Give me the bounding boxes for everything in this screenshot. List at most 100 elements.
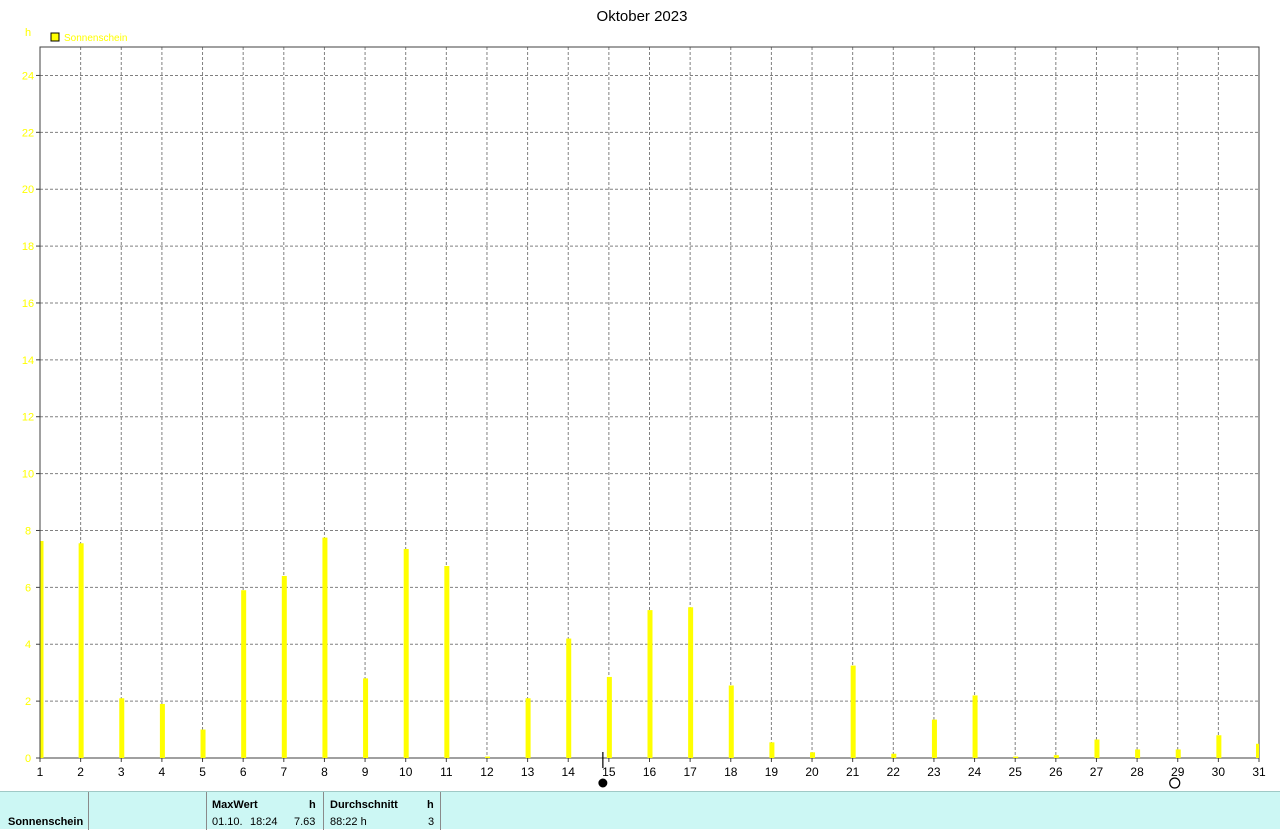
- bar-day-8: [322, 537, 328, 758]
- y-tick-label: 2: [25, 696, 31, 708]
- x-tick-label: 15: [602, 765, 616, 779]
- y-tick-label: 20: [22, 184, 34, 196]
- bars: [40, 537, 1259, 758]
- statistics-bar: Sonnenschein MaxWert h 01.10. 18:24 7.63…: [0, 791, 1280, 830]
- x-tick-label: 22: [887, 765, 901, 779]
- x-tick-label: 13: [521, 765, 535, 779]
- bar-day-9: [363, 678, 369, 758]
- y-tick-label: 10: [22, 469, 34, 481]
- stats-avg-header: Durchschnitt: [330, 799, 398, 811]
- bar-day-19: [769, 742, 775, 758]
- x-tick-label: 16: [643, 765, 657, 779]
- filled-circle-icon: [598, 778, 608, 788]
- y-tick-label: 6: [25, 582, 31, 594]
- bar-day-29: [1175, 749, 1181, 758]
- bar-day-30: [1216, 735, 1222, 758]
- bar-day-10: [403, 548, 409, 758]
- bar-day-12: [484, 756, 490, 758]
- stats-max-unit: h: [309, 799, 316, 811]
- bar-day-14: [566, 638, 572, 758]
- bar-day-27: [1094, 739, 1100, 758]
- bar-day-3: [119, 698, 125, 758]
- bar-day-24: [972, 695, 978, 758]
- y-tick-label: 4: [25, 639, 31, 651]
- y-tick-label: 8: [25, 525, 31, 537]
- legend: Sonnenschein: [50, 32, 127, 44]
- x-tick-label: 7: [280, 765, 287, 779]
- y-axis: 024681012141618202224: [22, 70, 40, 765]
- x-tick-label: 4: [159, 765, 166, 779]
- bar-day-16: [647, 610, 653, 758]
- x-tick-label: 18: [724, 765, 738, 779]
- x-tick-label: 27: [1090, 765, 1104, 779]
- y-tick-label: 0: [25, 753, 31, 765]
- stats-max-time: 18:24: [250, 816, 278, 828]
- x-tick-label: 20: [805, 765, 819, 779]
- y-tick-label: 16: [22, 298, 34, 310]
- x-tick-label: 31: [1252, 765, 1266, 779]
- x-tick-label: 25: [1009, 765, 1023, 779]
- bar-day-20: [810, 752, 816, 758]
- stats-series-cell: Sonnenschein: [0, 792, 89, 830]
- bar-day-31: [1256, 743, 1259, 758]
- stats-avg-value: 88:22 h: [330, 816, 367, 828]
- x-tick-label: 2: [77, 765, 84, 779]
- bar-day-6: [241, 590, 247, 758]
- x-tick-label: 29: [1171, 765, 1185, 779]
- bar-day-15: [606, 676, 612, 758]
- bar-day-2: [78, 543, 84, 758]
- y-tick-label: 18: [22, 241, 34, 253]
- stats-series-label: Sonnenschein: [8, 816, 84, 828]
- x-tick-label: 28: [1130, 765, 1144, 779]
- y-tick-label: 14: [22, 355, 34, 367]
- x-tick-label: 17: [683, 765, 697, 779]
- stats-avg-unit: h: [427, 799, 434, 811]
- stats-avg-cell: Durchschnitt h 88:22 h 3: [324, 792, 441, 830]
- x-tick-label: 1: [37, 765, 44, 779]
- x-tick-label: 8: [321, 765, 328, 779]
- x-axis: 1 2 3 4 5 6 7 8 9 10 11 12 13 14 15 16 17 18 19 20 21 22 23 24 2…: [37, 758, 1266, 779]
- bar-day-5: [200, 729, 206, 758]
- x-tick-label: 21: [846, 765, 860, 779]
- sunshine-chart: Oktober 2023 h Sonnenschein 024681012141…: [22, 8, 1266, 789]
- bar-day-21: [850, 665, 856, 758]
- x-tick-label: 12: [480, 765, 494, 779]
- x-tick-label: 6: [240, 765, 247, 779]
- x-tick-label: 3: [118, 765, 125, 779]
- x-tick-label: 10: [399, 765, 413, 779]
- y-tick-label: 12: [22, 412, 34, 424]
- stats-max-value: 7.63: [294, 816, 316, 828]
- bar-day-23: [931, 719, 937, 758]
- x-tick-label: 14: [562, 765, 576, 779]
- y-axis-unit: h: [25, 27, 31, 39]
- x-tick-label: 24: [968, 765, 982, 779]
- x-tick-label: 5: [199, 765, 206, 779]
- x-tick-label: 11: [440, 765, 453, 779]
- stats-max-date: 01.10.: [212, 816, 243, 828]
- bar-day-18: [728, 685, 734, 758]
- stats-max-cell: MaxWert h 01.10. 18:24 7.63: [207, 792, 324, 830]
- bar-day-11: [444, 566, 450, 758]
- y-tick-label: 22: [22, 127, 34, 139]
- bar-day-1: [40, 541, 44, 758]
- x-tick-label: 30: [1212, 765, 1226, 779]
- bar-day-26: [1053, 755, 1059, 758]
- bar-day-17: [688, 607, 694, 758]
- bar-day-25: [1013, 756, 1019, 758]
- bar-day-22: [891, 753, 897, 758]
- x-tick-label: 19: [765, 765, 779, 779]
- stats-avg-count: 3: [428, 816, 435, 828]
- bar-day-28: [1135, 749, 1141, 758]
- bar-day-7: [281, 575, 287, 758]
- legend-label: Sonnenschein: [64, 33, 127, 44]
- legend-swatch: [50, 32, 60, 42]
- chart-title: Oktober 2023: [597, 8, 688, 25]
- stats-max-header: MaxWert: [212, 799, 258, 811]
- bar-day-13: [525, 698, 531, 758]
- bar-day-4: [159, 703, 165, 758]
- x-tick-label: 23: [927, 765, 941, 779]
- x-tick-label: 26: [1049, 765, 1063, 779]
- y-tick-label: 24: [22, 70, 34, 82]
- open-circle-icon: [1169, 777, 1181, 789]
- stats-spacer-cell: [89, 792, 207, 830]
